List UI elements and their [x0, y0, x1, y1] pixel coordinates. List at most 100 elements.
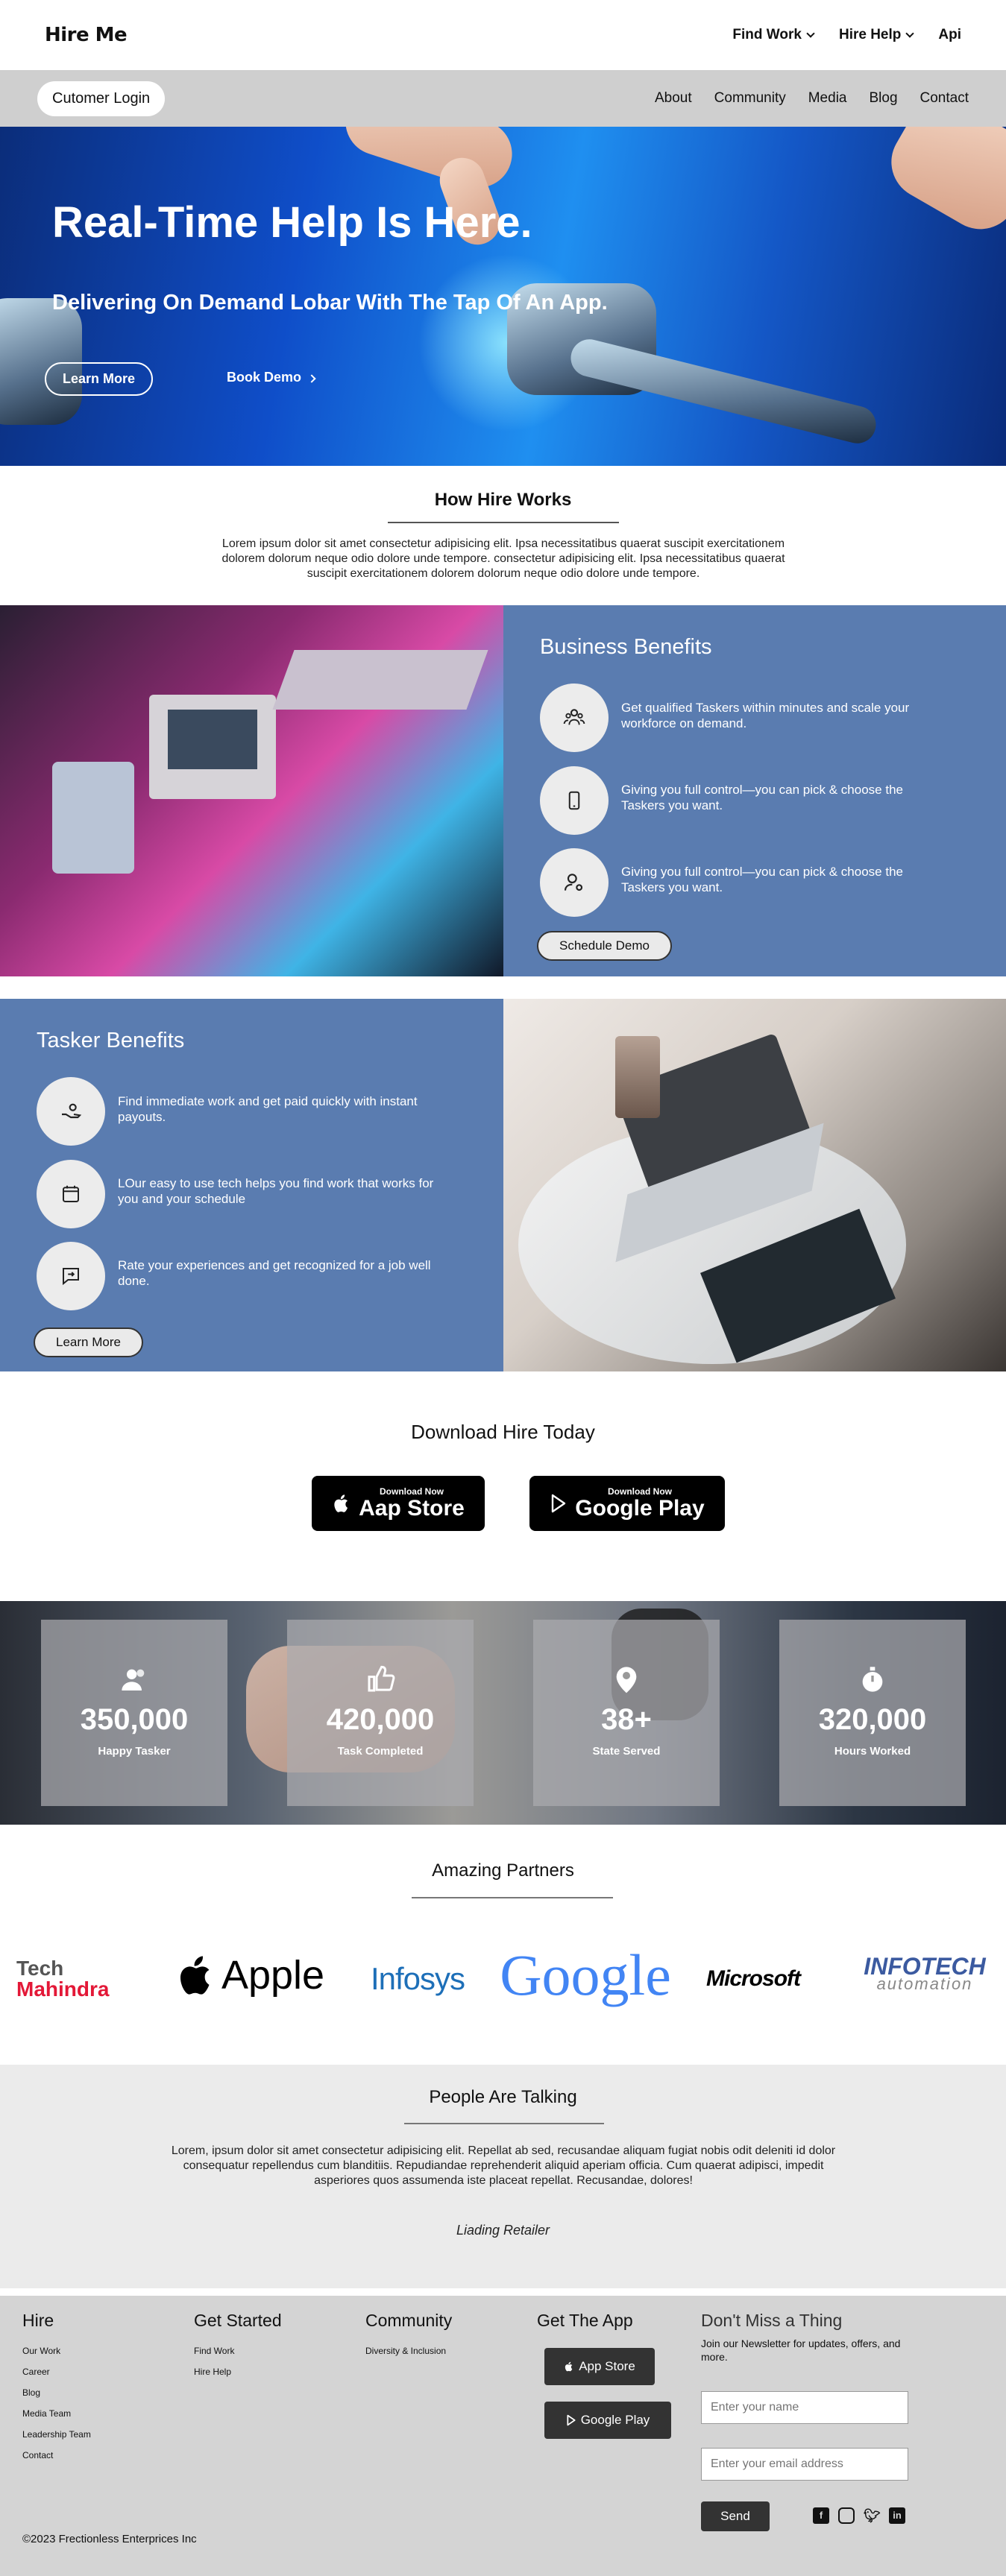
infosys-logo: Infosys [365, 1953, 470, 2005]
find-work-menu[interactable]: Find Work [732, 27, 815, 43]
hire-help-menu[interactable]: Hire Help [839, 27, 915, 43]
calendar-icon-svg [63, 1185, 79, 1202]
newsletter-name-input[interactable] [701, 2391, 908, 2424]
stat-label: Happy Tasker [98, 1745, 171, 1758]
business-benefits-panel: Business Benefits Get qualified Taskers … [503, 605, 1006, 976]
testimonial-text: Lorem, ipsum dolor sit amet consectetur … [171, 2144, 836, 2187]
mobile-phone-icon [540, 766, 609, 835]
testimonial-section: People Are Talking Lorem, ipsum dolor si… [0, 2065, 1006, 2288]
footer-google-play-button[interactable]: Google Play [544, 2402, 671, 2439]
footer-link[interactable]: Media Team [22, 2408, 91, 2419]
tasker-benefit-3: Rate your experiences and get recognized… [118, 1258, 431, 1288]
learn-more-button[interactable]: Learn More [45, 362, 154, 396]
schedule-demo-button[interactable]: Schedule Demo [537, 931, 672, 961]
footer-app-title: Get The App [537, 2311, 633, 2330]
thumbs-up-icon [368, 1665, 395, 1692]
twitter-icon[interactable]: 🐦︎ [864, 2507, 881, 2524]
nav-blog[interactable]: Blog [869, 90, 897, 107]
facebook-icon[interactable]: f [813, 2507, 829, 2524]
footer-app-store-button[interactable]: App Store [544, 2348, 655, 2385]
infosys-text: Infosys [370, 1961, 465, 1996]
customer-login-button[interactable]: Cutomer Login [37, 80, 166, 116]
human-hand-image [878, 127, 1006, 243]
location-user-icon [616, 1667, 637, 1693]
gameboy-shape [52, 762, 134, 874]
book-demo-label: Book Demo [227, 370, 302, 385]
payment-hand-icon [37, 1077, 105, 1146]
footer-link[interactable]: Find Work [194, 2346, 282, 2356]
google-play-label: Download Now Google Play [575, 1486, 704, 1521]
footer-link[interactable]: Diversity & Inclusion [365, 2346, 452, 2356]
footer-app-column: Get The App [537, 2311, 633, 2346]
book-demo-button[interactable]: Book Demo [227, 370, 316, 385]
hero-title: Real-Time Help Is Here. [52, 198, 532, 247]
app-store-small: Download Now [379, 1486, 444, 1497]
linkedin-icon[interactable]: in [889, 2507, 905, 2524]
footer-link[interactable]: Our Work [22, 2346, 91, 2356]
stat-value: 350,000 [80, 1703, 189, 1736]
user-settings-icon-svg [564, 874, 583, 891]
api-link[interactable]: Api [938, 27, 961, 43]
business-benefit-1: Get qualified Taskers within minutes and… [621, 701, 910, 730]
tasker-benefit-2: LOur easy to use tech helps you find wor… [118, 1176, 434, 1206]
nav-contact[interactable]: Contact [920, 90, 969, 107]
footer-google-play-label: Google Play [580, 2413, 650, 2427]
tasker-learn-more-button[interactable]: Learn More [34, 1328, 143, 1357]
top-navbar: Hire Me Find Work Hire Help Api [0, 0, 1006, 70]
rating-message-icon-svg [63, 1268, 79, 1286]
stat-task-completed: 420,000 Task Completed [287, 1620, 474, 1806]
instagram-icon[interactable] [838, 2507, 855, 2524]
apple-logo: Apple [172, 1945, 328, 2005]
footer-link[interactable]: Contact [22, 2450, 91, 2460]
microsoft-logo: Microsoft [697, 1957, 809, 2001]
top-nav-links: Find Work Hire Help Api [732, 27, 961, 43]
copyright-text: ©2023 Frectionless Enterprices Inc [22, 2533, 197, 2545]
tech-mahindra-logo: Tech Mahindra [16, 1953, 143, 2005]
secondary-navbar: Cutomer Login About Community Media Blog… [0, 70, 1006, 127]
footer-link[interactable]: Leadership Team [22, 2429, 91, 2440]
calendar-icon [37, 1160, 105, 1228]
footer: Hire Our Work Career Blog Media Team Lea… [0, 2296, 1006, 2576]
partners-title: Amazing Partners [432, 1860, 574, 1881]
app-store-button[interactable]: Download Now Aap Store [312, 1476, 485, 1531]
footer-newsletter-column: Don't Miss a Thing Join our Newsletter f… [701, 2311, 925, 2374]
payment-hand-icon-svg [62, 1103, 82, 1119]
logo[interactable]: Hire Me [45, 24, 128, 46]
microsoft-text: Microsoft [706, 1966, 801, 1991]
infotech-subtext: automation [876, 1974, 973, 1993]
business-benefit-2: Giving you full control—you can pick & c… [621, 783, 903, 812]
footer-link[interactable]: Career [22, 2367, 91, 2377]
footer-hire-title: Hire [22, 2311, 54, 2330]
newsletter-send-button[interactable]: Send [701, 2501, 770, 2531]
newsletter-email-input[interactable] [701, 2448, 908, 2481]
stopwatch-icon [862, 1667, 883, 1692]
tasker-benefits-panel: Tasker Benefits Find immediate work and … [0, 999, 503, 1371]
footer-link[interactable]: Blog [22, 2387, 91, 2398]
how-hire-works-text: Lorem ipsum dolor sit amet consectetur a… [221, 537, 785, 580]
nav-about[interactable]: About [655, 90, 692, 107]
stat-value: 320,000 [818, 1703, 927, 1736]
footer-started-column: Get Started Find Work Hire Help [194, 2311, 282, 2387]
mobile-phone-icon-svg [568, 791, 580, 810]
retro-screen-shape [168, 710, 257, 769]
title-underline [404, 2123, 604, 2124]
testimonial-title: People Are Talking [429, 2087, 577, 2107]
testimonial-author: Liading Retailer [456, 2223, 550, 2238]
nav-media[interactable]: Media [808, 90, 847, 107]
stat-value: 420,000 [326, 1703, 435, 1736]
google-play-button[interactable]: Download Now Google Play [529, 1476, 725, 1531]
find-work-label: Find Work [732, 27, 802, 42]
footer-link[interactable]: Hire Help [194, 2367, 282, 2377]
hero-banner: Real-Time Help Is Here. Delivering On De… [0, 127, 1006, 466]
laptop-table-photo [503, 999, 1006, 1371]
page: Hire Me Find Work Hire Help Api Cutomer … [0, 0, 1006, 2576]
newsletter-title: Don't Miss a Thing [701, 2311, 843, 2330]
tech-mahindra-mahindra: Mahindra [16, 1977, 110, 2001]
app-store-label: Download Now Aap Store [359, 1486, 465, 1521]
infotech-logo: INFOTECH automation [850, 1949, 999, 2001]
newsletter-text: Join our Newsletter for updates, offers,… [701, 2337, 901, 2363]
nav-community[interactable]: Community [714, 90, 786, 107]
play-icon [552, 1494, 566, 1513]
apple-icon [180, 1956, 210, 1995]
how-hire-works-title: How Hire Works [434, 490, 572, 510]
